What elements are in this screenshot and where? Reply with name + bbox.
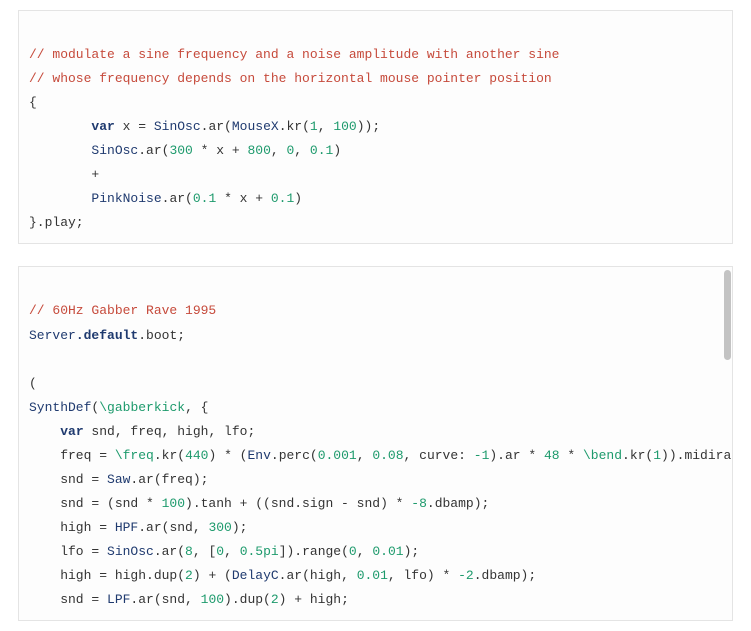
code-line: PinkNoise.ar(0.1 * x + 0.1) bbox=[29, 191, 302, 206]
code-line: lfo = SinOsc.ar(8, [0, 0.5pi]).range(0, … bbox=[29, 544, 419, 559]
scrollbar-thumb[interactable] bbox=[724, 270, 731, 360]
code-comment: // whose frequency depends on the horizo… bbox=[29, 71, 552, 86]
code-line: + bbox=[29, 167, 99, 182]
code-comment: // modulate a sine frequency and a noise… bbox=[29, 47, 560, 62]
code-line: var x = SinOsc.ar(MouseX.kr(1, 100)); bbox=[29, 119, 380, 134]
code-line: high = HPF.ar(snd, 300); bbox=[29, 520, 247, 535]
scrollbar-track[interactable] bbox=[724, 270, 731, 617]
code-line: freq = \freq.kr(440) * (Env.perc(0.001, … bbox=[29, 448, 733, 463]
code-block-1: // modulate a sine frequency and a noise… bbox=[18, 10, 733, 244]
code-comment: // 60Hz Gabber Rave 1995 bbox=[29, 303, 216, 318]
code-line: var snd, freq, high, lfo; bbox=[29, 424, 255, 439]
code-line: { bbox=[29, 95, 37, 110]
code-block-2-wrap: // 60Hz Gabber Rave 1995 Server.default.… bbox=[18, 266, 733, 621]
code-line: }.play; bbox=[29, 215, 84, 230]
code-line: high = high.dup(2) + (DelayC.ar(high, 0.… bbox=[29, 568, 536, 583]
code-block-2: // 60Hz Gabber Rave 1995 Server.default.… bbox=[18, 266, 733, 621]
code-line: Server.default.boot; bbox=[29, 328, 185, 343]
code-line: snd = Saw.ar(freq); bbox=[29, 472, 208, 487]
code-line: snd = (snd * 100).tanh + ((snd.sign - sn… bbox=[29, 496, 489, 511]
code-line: SinOsc.ar(300 * x + 800, 0, 0.1) bbox=[29, 143, 341, 158]
code-line: ( bbox=[29, 376, 37, 391]
code-blank-line bbox=[29, 352, 37, 367]
code-line: SynthDef(\gabberkick, { bbox=[29, 400, 208, 415]
code-line: snd = LPF.ar(snd, 100).dup(2) + high; bbox=[29, 592, 349, 607]
